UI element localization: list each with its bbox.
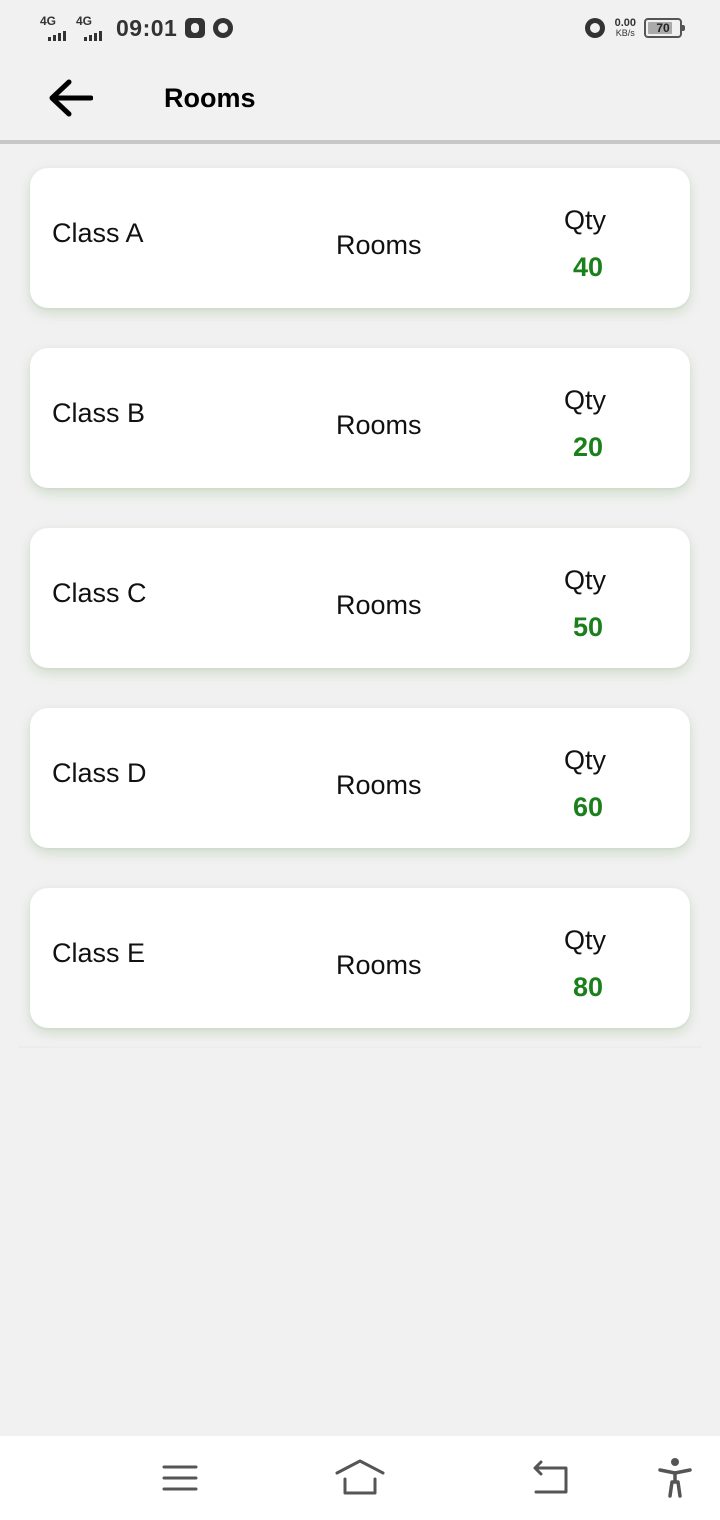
qty-label: Qty (564, 925, 607, 955)
alarm-clock-icon (213, 18, 234, 38)
status-bar: 4G 4G 09:01 0.00 KB/s 70 (0, 0, 720, 56)
class-name: Class E (52, 938, 146, 968)
qty-label: Qty (564, 205, 607, 235)
network-type-label: 4G (76, 14, 93, 28)
class-name: Class D (52, 758, 147, 788)
qty-label: Qty (564, 385, 607, 415)
qty-value: 60 (572, 792, 604, 822)
rooms-label: Rooms (336, 590, 422, 620)
room-card-class-c[interactable]: Class C Rooms Qty 50 (30, 528, 690, 668)
accessibility-button[interactable] (650, 1454, 700, 1502)
rooms-label: Rooms (336, 410, 422, 440)
rooms-list: Class A Rooms Qty 40 Class B Rooms Qty 2… (30, 168, 690, 1068)
room-card-class-d[interactable]: Class D Rooms Qty 60 (30, 708, 690, 848)
arrow-left-icon (49, 79, 93, 117)
class-name: Class B (52, 398, 146, 428)
qty-label: Qty (564, 745, 607, 775)
list-end-divider (18, 1046, 702, 1048)
battery-level: 70 (656, 21, 670, 35)
battery-icon: 70 (644, 18, 685, 38)
qty-value: 50 (572, 612, 604, 642)
rooms-label: Rooms (336, 950, 422, 980)
qty-value: 20 (572, 432, 604, 462)
alarm-icon (584, 18, 605, 38)
menu-icon (162, 1465, 198, 1491)
signal-bars-icon (48, 31, 68, 41)
status-bar-left: 4G 4G 09:01 (40, 15, 241, 42)
room-card-class-e[interactable]: Class E Rooms Qty 80 (30, 888, 690, 1028)
room-card-class-a[interactable]: Class A Rooms Qty 40 (30, 168, 690, 308)
menu-button[interactable] (155, 1454, 205, 1502)
class-name: Class C (52, 578, 147, 608)
rooms-label: Rooms (336, 230, 422, 260)
app-header: Rooms (0, 56, 720, 144)
qty-label: Qty (564, 565, 607, 595)
signal-bars-icon (84, 31, 104, 41)
network-indicator-2: 4G (76, 15, 104, 41)
network-speed: 0.00 KB/s (614, 17, 636, 39)
system-nav-bar (0, 1436, 720, 1520)
status-bar-right: 0.00 KB/s 70 (584, 17, 685, 39)
back-nav-button[interactable] (525, 1454, 575, 1502)
page-title: Rooms (164, 82, 256, 113)
room-card-class-b[interactable]: Class B Rooms Qty 20 (30, 348, 690, 488)
back-icon (533, 1460, 568, 1494)
network-type-label: 4G (40, 14, 57, 28)
qty-value: 80 (572, 972, 604, 1002)
home-icon (335, 1459, 385, 1495)
home-button[interactable] (335, 1454, 385, 1502)
screen: 4G 4G 09:01 0.00 KB/s 70 Rooms Class A R… (0, 0, 720, 1520)
microphone-icon (185, 18, 206, 38)
accessibility-icon (658, 1458, 692, 1498)
network-speed-value: 0.00 (614, 17, 636, 29)
qty-value: 40 (572, 252, 604, 282)
rooms-label: Rooms (336, 770, 422, 800)
network-indicator-1: 4G (40, 15, 68, 41)
clock-time: 09:01 (116, 14, 178, 41)
back-button[interactable] (40, 68, 100, 128)
class-name: Class A (52, 218, 144, 248)
network-speed-unit: KB/s (615, 28, 635, 38)
